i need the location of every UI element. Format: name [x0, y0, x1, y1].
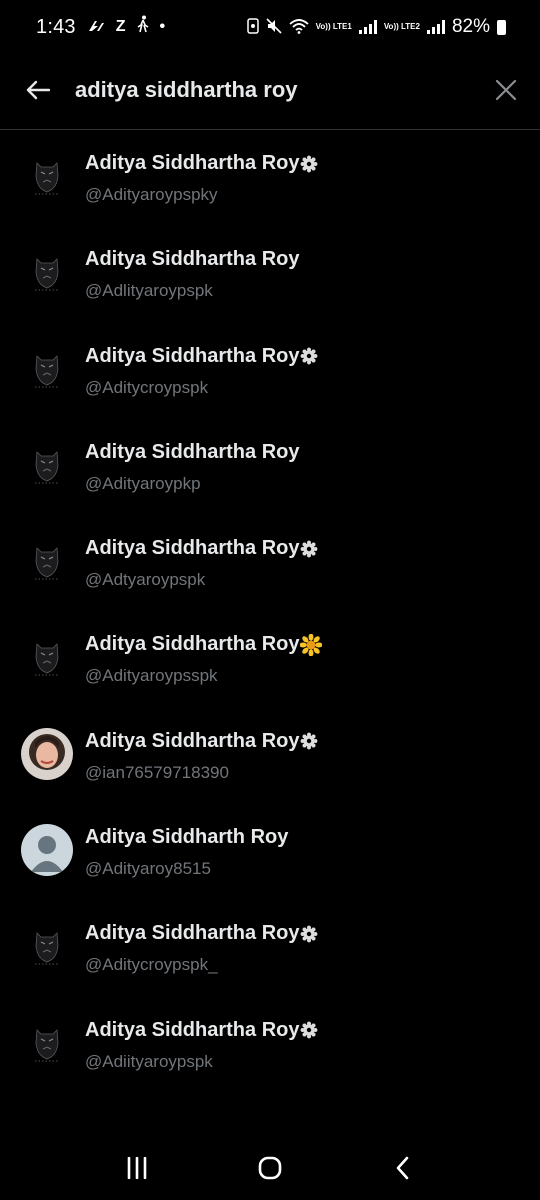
gear-icon: [299, 925, 318, 943]
result-row[interactable]: Aditya Siddhartha Roy @Adtyaroypspk: [0, 515, 540, 611]
result-name-text: Aditya Siddhartha Roy: [85, 344, 300, 367]
result-name: Aditya Siddhartha Roy: [85, 1019, 318, 1042]
result-handle: @Aditycroypspk_: [85, 955, 218, 975]
status-time: 1:43: [36, 15, 76, 38]
result-row[interactable]: Aditya Siddhartha Roy @Aditycroypspk: [0, 323, 540, 419]
battery-percent: 82%: [451, 16, 490, 37]
result-name: Aditya Siddhartha Roy: [85, 441, 299, 464]
avatar[interactable]: [21, 920, 73, 973]
lte2-label: Vo)) LTE2: [383, 22, 420, 31]
result-name-text: Aditya Siddhartha Roy: [85, 633, 300, 656]
result-row[interactable]: Aditya Siddharth Roy @Adityaroy8515: [0, 804, 540, 900]
avatar[interactable]: [21, 1016, 73, 1069]
gear-icon: [299, 1021, 318, 1039]
result-handle: @Adiityaroypspk: [85, 1051, 213, 1071]
result-handle: @ian76579718390: [85, 762, 229, 782]
avatar[interactable]: [21, 438, 73, 491]
result-name-text: Aditya Siddhartha Roy: [85, 440, 300, 463]
result-row[interactable]: Aditya Siddhartha Roy @Adityaroypspky: [0, 130, 540, 226]
notification-dot: •: [159, 18, 166, 35]
wifi-icon: [289, 18, 309, 37]
avatar[interactable]: [21, 727, 73, 780]
result-name-text: Aditya Siddhartha Roy: [85, 152, 300, 174]
avatar[interactable]: [21, 631, 73, 684]
result-row[interactable]: Aditya Siddhartha Roy @Adityaroypkp: [0, 419, 540, 515]
status-bar: 1:43 Z • Vo)) LTE1 Vo)) LTE2 82%: [0, 0, 540, 54]
result-name-text: Aditya Siddhartha Roy: [85, 1018, 300, 1041]
result-handle: @Adlityaroypspk: [85, 281, 213, 301]
status-right: Vo)) LTE1 Vo)) LTE2 82%: [246, 16, 506, 38]
result-name: Aditya Siddhartha Roy: [85, 922, 318, 945]
result-handle: @Adityaroypsspk: [85, 666, 218, 686]
result-handle: @Adityaroy8515: [85, 859, 211, 879]
search-query[interactable]: aditya siddhartha roy: [75, 74, 298, 106]
result-name: Aditya Siddharth Roy: [85, 826, 288, 849]
home-icon[interactable]: [250, 1148, 290, 1188]
result-handle: @Aditycroypspk: [85, 377, 209, 397]
result-row[interactable]: Aditya Siddhartha Roy @Adiityaroypspk: [0, 997, 540, 1093]
signal-1-icon: [358, 20, 377, 34]
result-name: Aditya Siddhartha Roy: [85, 248, 299, 271]
result-name: Aditya Siddhartha Roy: [85, 152, 318, 175]
avatar[interactable]: [21, 150, 73, 202]
status-left: 1:43 Z •: [36, 15, 165, 39]
results-list: Aditya Siddhartha Roy @Adityaroypspky Adit…: [0, 130, 540, 1093]
walking-icon: [136, 15, 150, 39]
result-row[interactable]: Aditya Siddhartha Roy @Aditycroypspk_: [0, 900, 540, 996]
system-nav-bar: [0, 1136, 540, 1200]
result-name: Aditya Siddhartha Roy: [85, 345, 318, 368]
result-name: Aditya Siddhartha Roy: [85, 633, 323, 656]
default-avatar-icon[interactable]: [21, 824, 73, 877]
result-handle: @Adtyaroypspk: [85, 570, 206, 590]
gear-icon: [299, 155, 318, 173]
result-name-text: Aditya Siddharth Roy: [85, 826, 289, 849]
back-icon[interactable]: [383, 1148, 423, 1188]
avatar[interactable]: [21, 246, 73, 299]
result-row[interactable]: Aditya Siddhartha Roy @ian76579718390: [0, 708, 540, 804]
mute-icon: [266, 17, 282, 37]
result-row[interactable]: Aditya Siddhartha Roy @Adityaroypsspk: [0, 611, 540, 707]
arrow-left-icon[interactable]: [22, 74, 54, 106]
result-handle: @Adityaroypspky: [85, 185, 218, 204]
z-app-icon: Z: [115, 18, 126, 35]
gear-icon: [299, 732, 318, 750]
data-saver-icon: [246, 17, 259, 37]
close-icon[interactable]: [490, 74, 522, 106]
gear-icon: [299, 540, 318, 558]
result-name: Aditya Siddhartha Roy: [85, 537, 318, 560]
battery-icon: [497, 19, 506, 35]
result-row[interactable]: Aditya Siddhartha Roy @Adlityaroypspk: [0, 226, 540, 322]
gear-icon: [299, 347, 318, 365]
result-name-text: Aditya Siddhartha Roy: [85, 922, 300, 945]
result-handle: @Adityaroypkp: [85, 473, 201, 493]
result-name-text: Aditya Siddhartha Roy: [85, 537, 300, 560]
result-name: Aditya Siddhartha Roy: [85, 730, 318, 753]
search-header: aditya siddhartha roy: [0, 54, 540, 130]
lte1-label: Vo)) LTE1: [315, 22, 352, 31]
result-name-text: Aditya Siddhartha Roy: [85, 248, 300, 271]
avatar[interactable]: [21, 342, 73, 395]
signal-2-icon: [426, 20, 445, 34]
avatar[interactable]: [21, 535, 73, 588]
recent-apps-icon[interactable]: [117, 1148, 157, 1188]
sunflower-icon: [299, 633, 323, 656]
bolt-app-icon: [86, 16, 106, 39]
result-name-text: Aditya Siddhartha Roy: [85, 729, 300, 752]
